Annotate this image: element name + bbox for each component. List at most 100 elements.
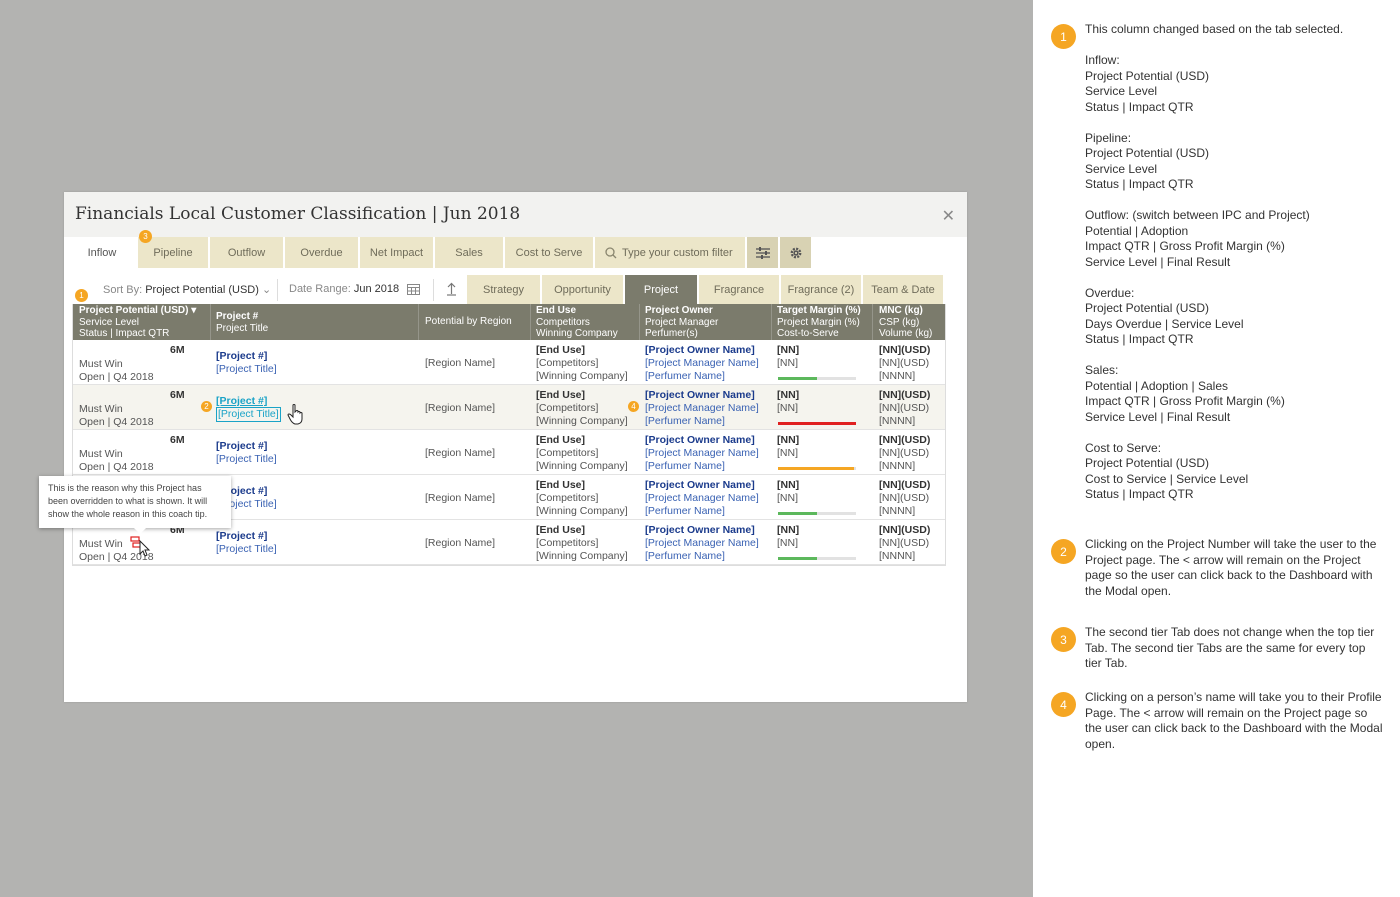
cost-to-serve-bar [778, 422, 856, 425]
note-line [1085, 115, 1385, 131]
search-icon [605, 246, 617, 258]
sort-by-dropdown[interactable]: Sort By: Project Potential (USD) ⌄ [103, 283, 271, 296]
project-owner-link[interactable]: [Project Owner Name] [645, 524, 755, 537]
column-header-region[interactable]: Potential by Region [425, 316, 512, 328]
project-title-link[interactable]: [Project Title] [216, 543, 277, 556]
service-level: Must Win [79, 358, 123, 370]
perfumer-link[interactable]: [Perfumer Name] [645, 550, 725, 563]
project-title-link[interactable]: [Project Title] [216, 407, 281, 422]
tab-net-impact[interactable]: Net Impact [360, 237, 435, 268]
winning-company: [Winning Company] [536, 550, 628, 562]
tab-sales[interactable]: Sales [435, 237, 505, 268]
column-header-mnc[interactable]: MNC (kg) CSP (kg) Volume (kg) [879, 305, 932, 340]
tab-team-date[interactable]: Team & Date [863, 275, 945, 304]
project-manager-link[interactable]: [Project Manager Name] [645, 537, 759, 550]
project-number-link[interactable]: [Project #] [216, 530, 267, 543]
cost-to-serve-bar [778, 467, 856, 470]
project-potential-value: 6M [170, 344, 185, 356]
tab-overdue[interactable]: Overdue [285, 237, 360, 268]
project-manager-link[interactable]: [Project Manager Name] [645, 357, 759, 370]
competitors: [Competitors] [536, 537, 599, 549]
note-line: Overdue: [1085, 285, 1135, 300]
table-row: 6M Must Win Open | Q4 2018 [Project #] [Proj… [73, 430, 945, 475]
divider [277, 279, 278, 301]
project-owner-link[interactable]: [Project Owner Name] [645, 479, 755, 492]
project-manager-link[interactable]: [Project Manager Name] [645, 492, 759, 505]
export-icon[interactable] [446, 282, 457, 296]
date-range-picker[interactable]: Date Range: Jun 2018 [289, 283, 399, 295]
tab-inflow[interactable]: Inflow [68, 237, 138, 268]
sort-desc-icon: ▾ [191, 305, 197, 316]
volume-value: [NNNN] [879, 460, 916, 472]
project-title-link[interactable]: [Project Title] [216, 453, 277, 466]
project-owner-link[interactable]: [Project Owner Name] [645, 389, 755, 402]
project-manager-link[interactable]: [Project Manager Name] [645, 402, 759, 415]
column-header-owner[interactable]: Project Owner Project Manager Perfumer(s… [645, 305, 718, 340]
tab-cost-to-serve[interactable]: Cost to Serve [505, 237, 595, 268]
header-line: Status | Impact QTR [79, 328, 170, 339]
column-header-margin[interactable]: Target Margin (%) Project Margin (%) Cos… [777, 305, 861, 340]
modal-header: Financials Local Customer Classification… [64, 192, 967, 237]
tab-fragrance-2[interactable]: Fragrance (2) [781, 275, 863, 304]
project-potential-value: 6M [170, 434, 185, 446]
table-row: 6M Must Win Open | Q4 2018 [Project #] [Proj… [73, 340, 945, 385]
note-line: Pipeline: [1085, 130, 1132, 145]
custom-filter-input[interactable]: Type your custom filter [595, 237, 747, 268]
column-divider [639, 304, 640, 340]
filter-settings-button[interactable] [747, 237, 780, 268]
tab-strategy[interactable]: Strategy [467, 275, 542, 304]
settings-button[interactable] [780, 237, 813, 268]
annotation-badge-4: 4 [628, 401, 639, 412]
perfumer-link[interactable]: [Perfumer Name] [645, 460, 725, 473]
perfumer-link[interactable]: [Perfumer Name] [645, 370, 725, 383]
header-line: End Use [536, 305, 577, 316]
calendar-icon[interactable] [407, 283, 420, 295]
cost-to-serve-bar [778, 557, 856, 560]
annotation-badge-2: 2 [201, 401, 212, 412]
competitors: [Competitors] [536, 492, 599, 504]
top-tab-bar: Inflow Pipeline 3 Outflow Overdue Net Im… [68, 230, 813, 268]
mnc-value: [NN](USD) [879, 434, 931, 446]
tab-project[interactable]: Project [625, 275, 699, 304]
csp-value: [NN](USD) [879, 492, 930, 504]
date-range-value: Jun 2018 [353, 283, 400, 295]
perfumer-link[interactable]: [Perfumer Name] [645, 505, 725, 518]
note-line: Project Potential (USD) [1085, 456, 1210, 470]
close-icon[interactable]: ✕ [942, 206, 955, 226]
project-manager-link[interactable]: [Project Manager Name] [645, 447, 759, 460]
winning-company: [Winning Company] [536, 415, 628, 427]
header-line: Project Title [216, 322, 269, 334]
project-title-link[interactable]: [Project Title] [216, 363, 277, 376]
header-line: Service Level [79, 316, 140, 328]
status-impact-qtr: Open | Q4 2018 [79, 461, 154, 473]
note-line [1085, 193, 1385, 209]
project-owner-link[interactable]: [Project Owner Name] [645, 434, 755, 447]
tab-outflow[interactable]: Outflow [210, 237, 285, 268]
override-reason-tooltip: This is the reason why this Project has … [39, 476, 231, 534]
tab-opportunity[interactable]: Opportunity [542, 275, 625, 304]
service-level: Must Win [79, 538, 123, 550]
note-line [1085, 425, 1385, 441]
cost-to-serve-bar-fill [778, 467, 854, 470]
perfumer-link[interactable]: [Perfumer Name] [645, 415, 725, 428]
project-owner-link[interactable]: [Project Owner Name] [645, 344, 755, 357]
note-text: This column changed based on the tab sel… [1085, 22, 1385, 503]
date-range-label: Date Range: [289, 283, 351, 295]
note-line: Cost to Serve: [1085, 440, 1162, 455]
tab-pipeline[interactable]: Pipeline 3 [138, 230, 210, 268]
project-number-link[interactable]: [Project #] [216, 440, 267, 453]
header-line: Project # [216, 311, 259, 322]
project-number-link[interactable]: [Project #] [216, 350, 267, 363]
column-header-end-use[interactable]: End Use Competitors Winning Company [536, 305, 618, 340]
header-line: Project Owner [645, 305, 713, 316]
column-divider [418, 304, 419, 340]
winning-company: [Winning Company] [536, 460, 628, 472]
pointer-cursor-icon [139, 540, 151, 557]
column-header-potential[interactable]: Project Potential (USD) ▾ Service Level … [79, 305, 196, 340]
tab-fragrance[interactable]: Fragrance [699, 275, 781, 304]
header-line: Perfumer(s) [645, 328, 698, 339]
project-margin: [NN] [777, 357, 798, 369]
column-header-project[interactable]: Project # Project Title [216, 311, 268, 334]
note-line: Service Level [1085, 161, 1158, 176]
csp-value: [NN](USD) [879, 447, 930, 459]
